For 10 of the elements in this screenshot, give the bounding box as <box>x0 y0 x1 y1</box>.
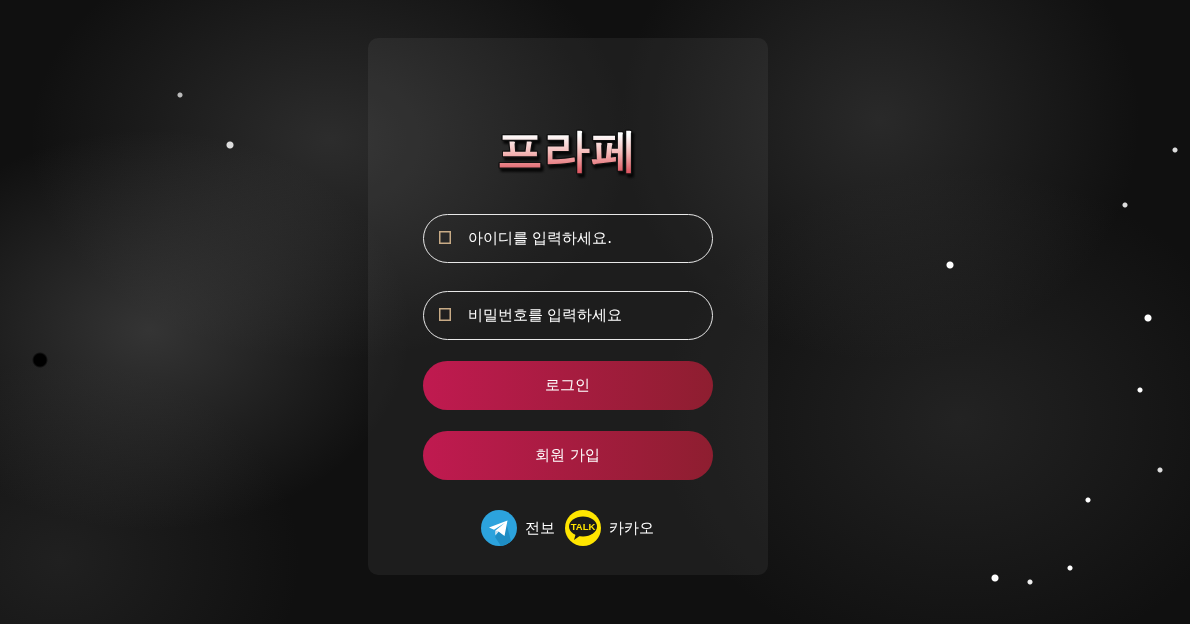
chat-bubble-icon: TALK <box>565 509 601 546</box>
input-field[interactable]: 아이디를 입력하세요. <box>422 213 713 263</box>
square-icon <box>438 230 451 244</box>
submit-button[interactable]: 로그인 <box>422 360 713 410</box>
social-link[interactable]: 카카오 <box>609 516 654 540</box>
input-field[interactable]: 비밀번호를 입력하세요 <box>422 290 713 340</box>
square-icon <box>438 307 451 321</box>
social-link[interactable]: 전보 <box>525 516 555 540</box>
submit-button[interactable]: 회원 가입 <box>422 430 713 480</box>
paper-plane-icon <box>481 509 517 546</box>
